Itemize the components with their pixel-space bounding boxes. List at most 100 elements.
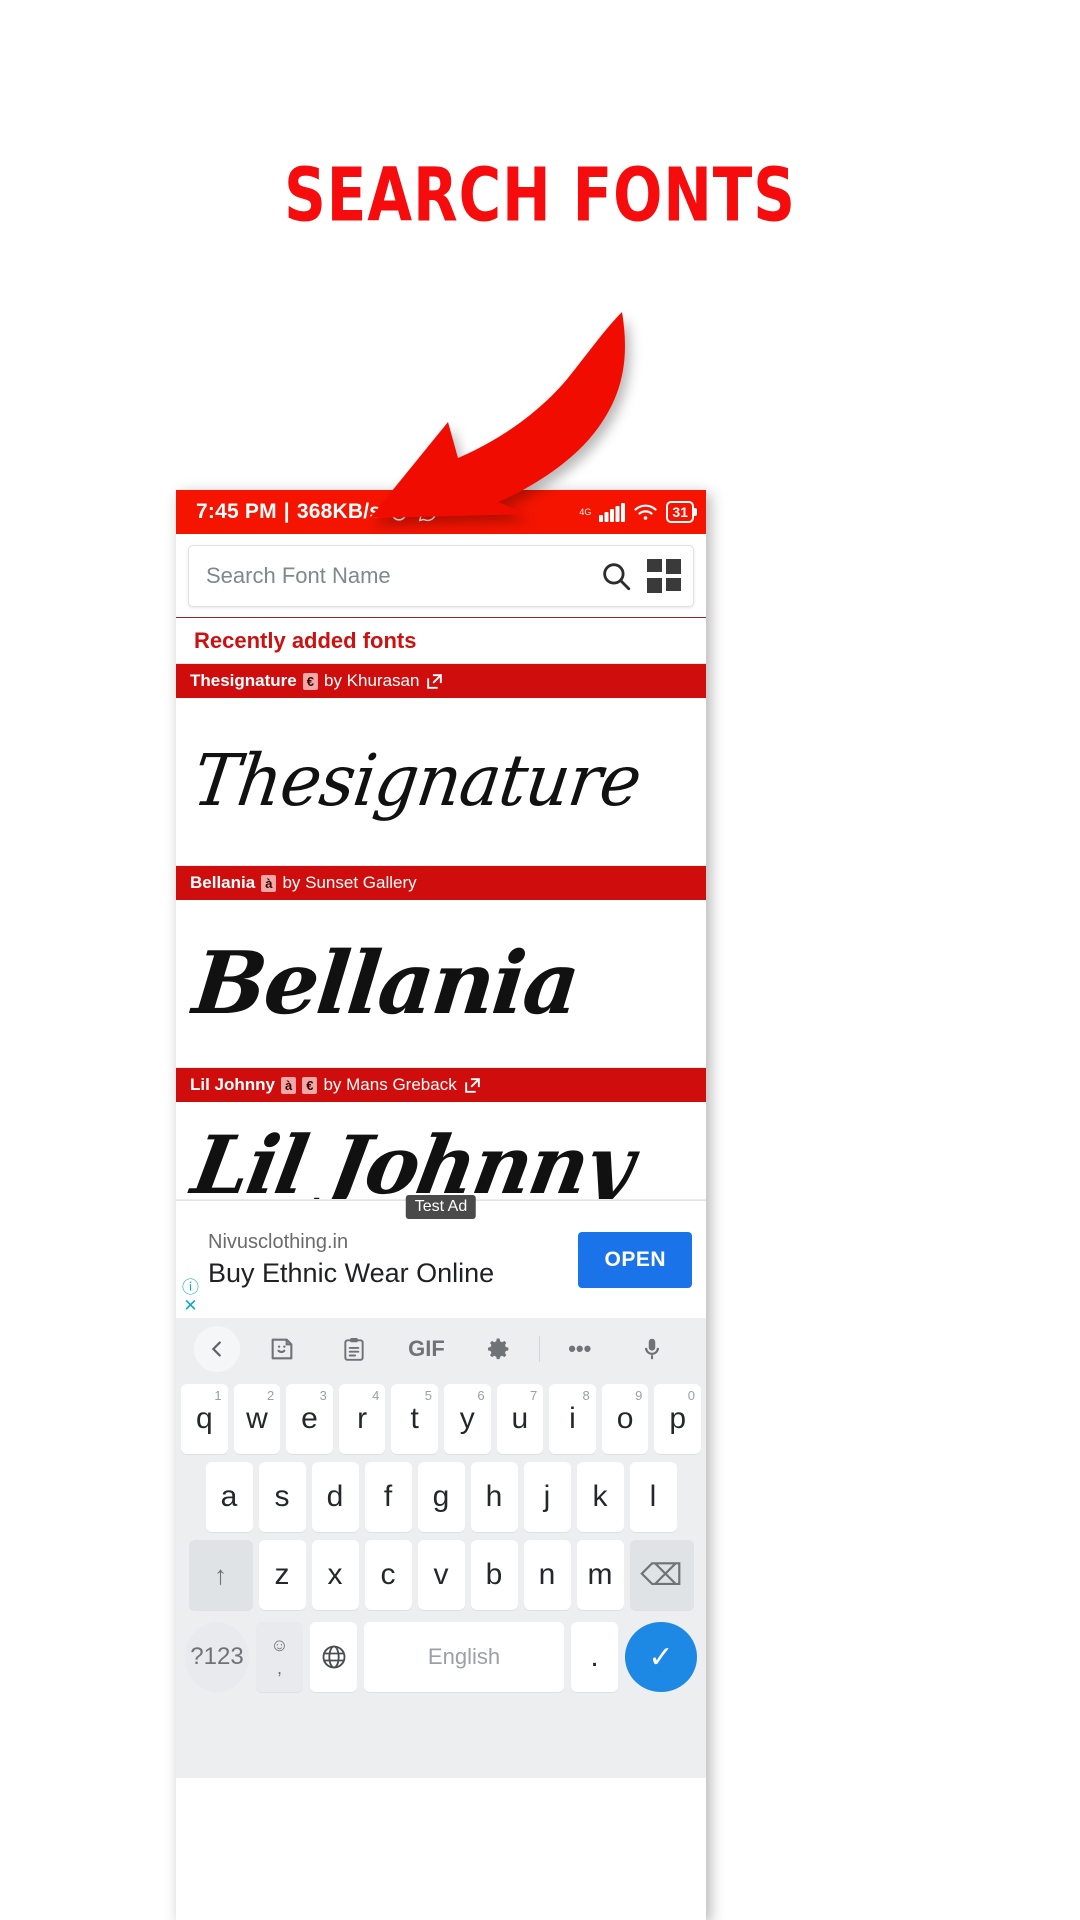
symbols-key[interactable]: ?123 xyxy=(185,1622,249,1692)
status-time: 7:45 PM xyxy=(196,500,277,523)
keyboard-row-3: ↑ z x c v b n m ⌫ xyxy=(176,1536,706,1614)
font-preview-text: Bellania xyxy=(188,933,583,1034)
promo-headline: SEARCH FONTS xyxy=(284,152,796,239)
search-bar-container: Search Font Name xyxy=(176,534,706,618)
gear-icon[interactable] xyxy=(463,1335,535,1363)
signal-bars-icon xyxy=(599,502,626,522)
ad-controls: ⓘ ✕ xyxy=(182,1279,199,1314)
font-header[interactable]: Thesignature € by Khurasan xyxy=(176,664,706,698)
toolbar-divider xyxy=(538,1336,540,1362)
key-z[interactable]: z xyxy=(258,1540,306,1610)
status-separator: | xyxy=(283,500,290,523)
font-preview[interactable]: Bellania xyxy=(176,900,706,1068)
gif-icon[interactable]: GIF xyxy=(390,1336,462,1362)
font-license-tag: € xyxy=(302,672,318,690)
sticker-icon[interactable] xyxy=(246,1335,318,1363)
whatsapp-icon xyxy=(417,502,438,523)
keyboard-row-2: a s d f g h j k l xyxy=(176,1458,706,1536)
recently-added-label: Recently added fonts xyxy=(176,618,706,664)
external-link-icon[interactable] xyxy=(425,672,444,691)
font-name: Thesignature xyxy=(190,671,297,690)
keyboard-toolbar: GIF ••• xyxy=(176,1318,706,1380)
space-key[interactable]: English xyxy=(364,1622,564,1692)
key-i[interactable]: 8i xyxy=(549,1384,596,1454)
battery-indicator: 31 xyxy=(666,501,697,523)
key-b[interactable]: b xyxy=(470,1540,518,1610)
emoji-comma-key[interactable]: ☺ , xyxy=(256,1622,303,1692)
key-c[interactable]: c xyxy=(364,1540,412,1610)
key-e[interactable]: 3e xyxy=(286,1384,333,1454)
font-license-tag-2: € xyxy=(302,1076,318,1094)
back-chevron-icon[interactable] xyxy=(194,1326,240,1372)
ad-open-button[interactable]: OPEN xyxy=(578,1231,692,1288)
info-icon[interactable]: ⓘ xyxy=(182,1279,199,1296)
key-g[interactable]: g xyxy=(417,1462,465,1532)
status-net-speed: 368KB/s xyxy=(296,500,382,523)
status-bar-right: 4G 31 xyxy=(579,501,697,523)
key-f[interactable]: f xyxy=(364,1462,412,1532)
enter-key[interactable]: ✓ xyxy=(625,1622,697,1692)
font-author: by Khurasan xyxy=(323,671,420,690)
font-license-tag: à xyxy=(281,1076,297,1094)
key-s[interactable]: s xyxy=(258,1462,306,1532)
font-header[interactable]: Lil Johnny à € by Mans Greback xyxy=(176,1068,706,1102)
search-actions xyxy=(599,559,681,593)
font-name: Bellania xyxy=(190,873,256,892)
key-t[interactable]: 5t xyxy=(391,1384,438,1454)
key-h[interactable]: h xyxy=(470,1462,518,1532)
search-input[interactable]: Search Font Name xyxy=(206,563,599,589)
font-license-tag: à xyxy=(261,874,277,892)
backspace-key[interactable]: ⌫ xyxy=(629,1540,694,1610)
keyboard-row-1: 1q 2w 3e 4r 5t 6y 7u 8i 9o 0p xyxy=(176,1380,706,1458)
key-v[interactable]: v xyxy=(417,1540,465,1610)
status-bar: 7:45 PM | 368KB/s 4G 31 xyxy=(176,490,706,534)
font-header[interactable]: Bellania à by Sunset Gallery xyxy=(176,866,706,900)
font-preview-text: Lil Johnny xyxy=(185,1117,640,1200)
font-author: by Mans Greback xyxy=(323,1075,457,1094)
key-q[interactable]: 1q xyxy=(181,1384,228,1454)
ad-text: Nivusclothing.in Buy Ethnic Wear Online xyxy=(208,1231,494,1289)
key-o[interactable]: 9o xyxy=(601,1384,649,1454)
key-u[interactable]: 7u xyxy=(496,1384,544,1454)
more-options-icon[interactable]: ••• xyxy=(544,1336,616,1362)
ad-test-badge: Test Ad xyxy=(405,1195,477,1219)
key-p[interactable]: 0p xyxy=(654,1384,701,1454)
key-a[interactable]: a xyxy=(205,1462,253,1532)
key-l[interactable]: l xyxy=(629,1462,677,1532)
microphone-icon[interactable] xyxy=(616,1335,688,1363)
wifi-icon xyxy=(633,502,658,522)
external-link-icon[interactable] xyxy=(463,1076,482,1095)
ad-banner[interactable]: Test Ad ⓘ ✕ Nivusclothing.in Buy Ethnic … xyxy=(176,1195,706,1318)
search-bar[interactable]: Search Font Name xyxy=(188,545,694,607)
shift-key[interactable]: ↑ xyxy=(188,1540,253,1610)
font-author: by Sunset Gallery xyxy=(282,873,417,892)
key-n[interactable]: n xyxy=(523,1540,571,1610)
screenshot-root: SEARCH FONTS 7:45 PM | 368KB/s 4G 31 Sea… xyxy=(0,0,1080,1920)
comma-label: , xyxy=(276,1658,282,1678)
search-icon[interactable] xyxy=(599,559,633,593)
font-preview[interactable]: Thesignature xyxy=(176,698,706,866)
ad-url: Nivusclothing.in xyxy=(208,1230,349,1253)
font-preview-text: Thesignature xyxy=(188,740,646,823)
phone-screenshot: 7:45 PM | 368KB/s 4G 31 Search Font Name… xyxy=(176,490,706,1920)
key-d[interactable]: d xyxy=(311,1462,359,1532)
network-type-label: 4G xyxy=(579,506,592,517)
language-globe-key[interactable] xyxy=(310,1622,357,1692)
font-preview[interactable]: Lil Johnny xyxy=(176,1102,706,1200)
key-k[interactable]: k xyxy=(576,1462,624,1532)
key-m[interactable]: m xyxy=(576,1540,624,1610)
on-screen-keyboard: GIF ••• 1q 2 w 3 e 4 r 5 t 6 y 7 u 8 i 9… xyxy=(176,1318,706,1778)
key-y[interactable]: 6y xyxy=(444,1384,491,1454)
ad-headline: Buy Ethnic Wear Online xyxy=(208,1257,495,1288)
key-r[interactable]: 4r xyxy=(338,1384,386,1454)
period-key[interactable]: . xyxy=(571,1622,618,1692)
key-w[interactable]: 2w xyxy=(233,1384,281,1454)
key-x[interactable]: x xyxy=(311,1540,359,1610)
key-j[interactable]: j xyxy=(523,1462,571,1532)
emoji-icon: ☺ xyxy=(270,1635,289,1655)
font-name: Lil Johnny xyxy=(190,1075,275,1094)
keyboard-row-4: ?123 ☺ , English . ✓ xyxy=(176,1614,706,1696)
close-icon[interactable]: ✕ xyxy=(183,1297,197,1314)
clipboard-icon[interactable] xyxy=(318,1335,390,1363)
grid-view-icon[interactable] xyxy=(647,559,681,593)
